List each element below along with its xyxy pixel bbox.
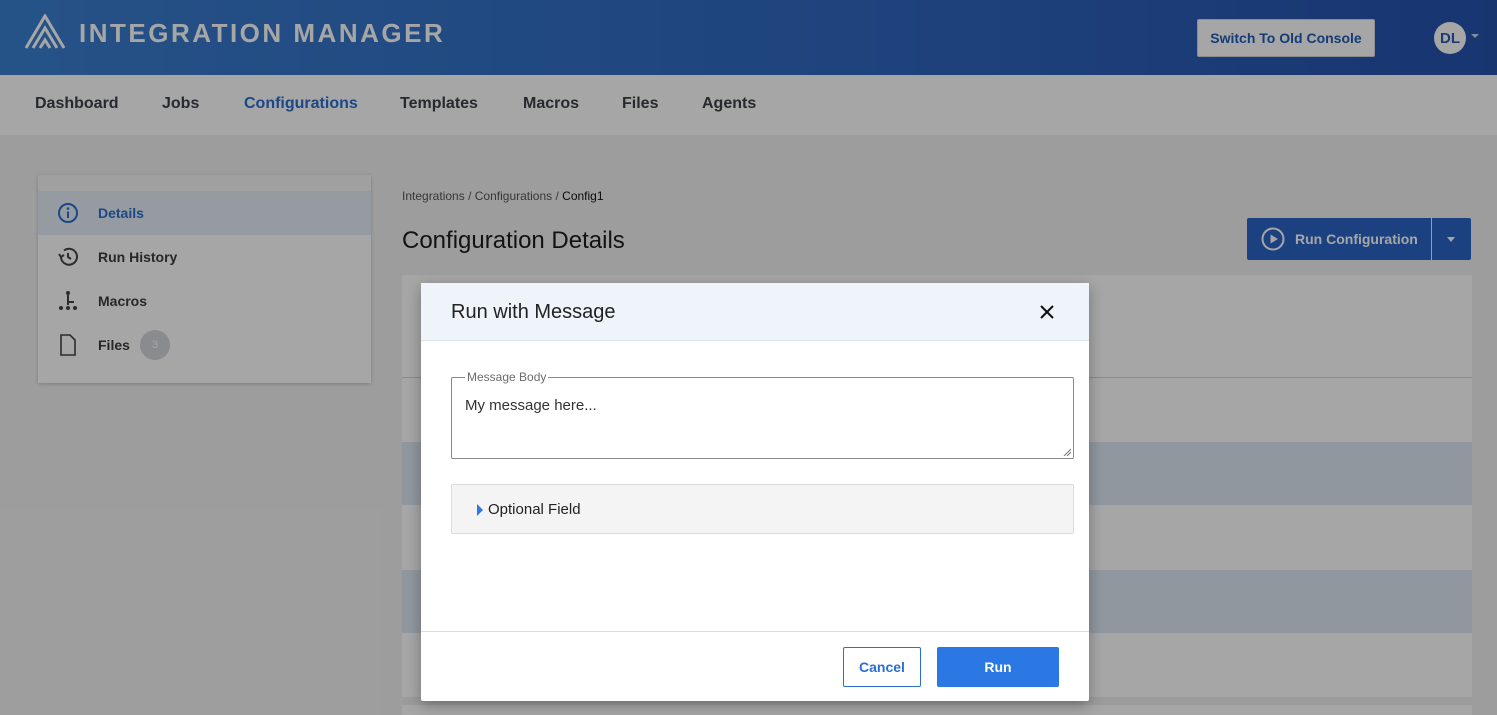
- message-body-field[interactable]: Message Body My message here...: [451, 370, 1074, 459]
- caret-right-icon: [477, 504, 483, 516]
- close-icon[interactable]: [1036, 301, 1058, 323]
- dialog-title: Run with Message: [451, 301, 616, 323]
- run-button[interactable]: Run: [937, 647, 1059, 687]
- message-body-label: Message Body: [465, 370, 549, 384]
- optional-field-label: Optional Field: [488, 501, 581, 518]
- optional-field-toggle[interactable]: Optional Field: [451, 484, 1074, 534]
- cancel-button[interactable]: Cancel: [843, 647, 921, 687]
- message-body-input[interactable]: My message here...: [465, 397, 597, 414]
- run-with-message-dialog: Run with Message Message Body My message…: [421, 283, 1089, 701]
- divider: [421, 631, 1089, 632]
- dialog-header: Run with Message: [421, 283, 1089, 341]
- resize-handle-icon[interactable]: [1063, 448, 1071, 456]
